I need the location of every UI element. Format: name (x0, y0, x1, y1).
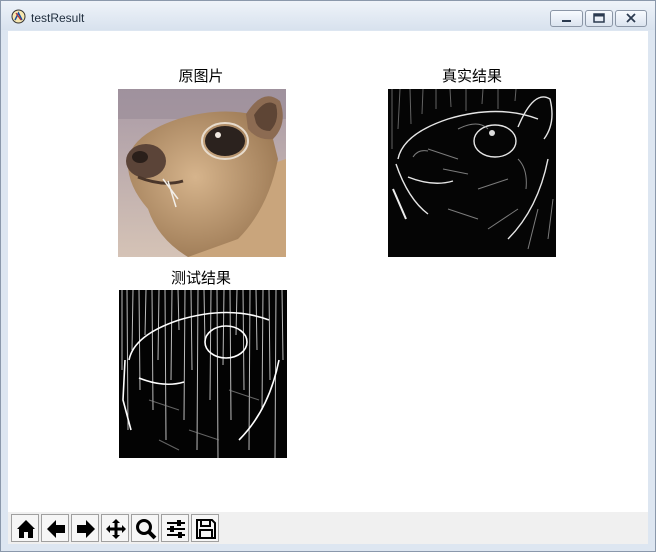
app-icon (11, 9, 26, 24)
close-icon (626, 13, 636, 23)
app-window: testResult 原图片 真实结果 测试结果 (0, 0, 656, 552)
save-button[interactable] (191, 514, 219, 542)
restore-icon (593, 13, 605, 23)
restore-button[interactable] (585, 10, 613, 27)
back-arrow-icon (47, 520, 65, 538)
test-result-panel (119, 290, 287, 458)
edge-map-test (119, 290, 287, 458)
pan-icon (106, 519, 126, 539)
home-icon (17, 520, 35, 538)
back-button[interactable] (41, 514, 69, 542)
configure-subplots-button[interactable] (161, 514, 189, 542)
forward-arrow-icon (77, 520, 95, 538)
navigation-toolbar (8, 512, 648, 544)
title-bar[interactable]: testResult (1, 1, 655, 30)
zoom-button[interactable] (131, 514, 159, 542)
save-icon (196, 519, 216, 539)
zoom-icon (136, 519, 157, 540)
window-bottom-border (1, 544, 655, 551)
minimize-button[interactable] (550, 10, 583, 27)
subplot-title-original: 原图片 (178, 67, 224, 85)
edge-map-ground-truth (388, 89, 556, 257)
close-button[interactable] (615, 10, 647, 27)
minimize-icon (562, 20, 571, 22)
ground-truth-panel (388, 89, 556, 257)
subplot-title-test: 测试结果 (170, 269, 232, 287)
forward-button[interactable] (71, 514, 99, 542)
home-button[interactable] (11, 514, 39, 542)
original-image-panel (118, 89, 286, 257)
window-title: testResult (31, 11, 85, 25)
subplot-title-ground-truth: 真实结果 (441, 67, 503, 85)
configure-subplots-icon (167, 520, 185, 538)
figure-canvas[interactable]: 原图片 真实结果 测试结果 (8, 31, 648, 512)
rodent-photo (118, 89, 286, 257)
pan-button[interactable] (101, 514, 129, 542)
